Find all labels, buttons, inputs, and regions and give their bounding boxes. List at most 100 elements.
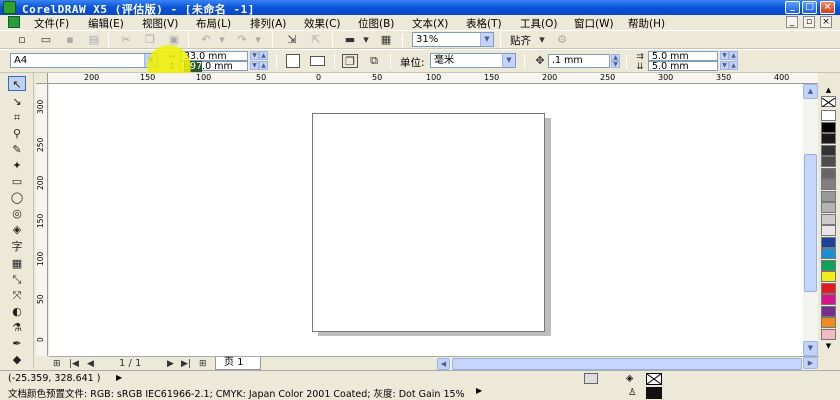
- document-icon[interactable]: [8, 16, 20, 28]
- color-swatch[interactable]: [821, 317, 836, 328]
- application-launcher-icon[interactable]: ▬: [342, 33, 358, 47]
- import-icon[interactable]: ⇲: [284, 33, 300, 47]
- minimize-button[interactable]: _: [785, 1, 800, 14]
- dup-y-down-button[interactable]: ▼: [720, 61, 729, 70]
- close-button[interactable]: ×: [820, 1, 835, 14]
- document-page[interactable]: [312, 113, 545, 332]
- undo-dropdown-icon[interactable]: ▾: [214, 33, 230, 47]
- mdi-close-button[interactable]: ×: [820, 16, 832, 28]
- color-swatch[interactable]: [821, 305, 836, 317]
- page-height-up-button[interactable]: ▲: [259, 61, 268, 70]
- mdi-minimize-button[interactable]: _: [786, 16, 798, 28]
- vertical-scroll-thumb[interactable]: [804, 154, 817, 292]
- color-swatch[interactable]: [821, 110, 836, 121]
- menu-table[interactable]: 表格(T): [466, 16, 502, 31]
- horizontal-scroll-thumb[interactable]: [452, 358, 802, 370]
- color-swatch[interactable]: [821, 236, 836, 248]
- fill-tool-icon[interactable]: ◆: [8, 352, 26, 367]
- scroll-down-button[interactable]: ▼: [803, 341, 818, 356]
- previous-page-icon[interactable]: ◀: [87, 358, 94, 370]
- connector-tool-icon[interactable]: ⤧: [8, 288, 26, 303]
- color-swatch[interactable]: [821, 179, 836, 190]
- coordinates-arrow-icon[interactable]: ▶: [116, 373, 122, 382]
- page-height-down-button[interactable]: ▼: [250, 61, 259, 70]
- color-swatch[interactable]: [821, 202, 836, 213]
- ellipse-tool-icon[interactable]: ◯: [8, 190, 26, 205]
- mdi-restore-button[interactable]: ▫: [803, 16, 815, 28]
- horizontal-scrollbar[interactable]: ◀: [437, 358, 817, 370]
- page-width-field[interactable]: 33.0 mm: [180, 51, 248, 61]
- page-width-up-button[interactable]: ▲: [259, 51, 268, 60]
- last-page-icon[interactable]: ▶|: [181, 358, 191, 370]
- duplicate-distance-y-field[interactable]: 5.0 mm: [648, 61, 718, 71]
- copy-icon[interactable]: ❐: [142, 33, 158, 47]
- menu-help[interactable]: 帮助(H): [628, 16, 665, 31]
- horizontal-ruler[interactable]: 200 150 100 50 0 50 100 150 200 250 300 …: [36, 73, 818, 84]
- color-swatch[interactable]: [821, 225, 836, 236]
- dup-x-up-button[interactable]: ▲: [729, 51, 738, 60]
- add-page-after-icon[interactable]: ⊞: [199, 358, 207, 370]
- polygon-tool-icon[interactable]: ◎: [8, 206, 26, 221]
- snap-to-label[interactable]: 贴齐: [510, 33, 531, 48]
- chevron-down-icon[interactable]: ▼: [502, 54, 515, 67]
- page-width-down-button[interactable]: ▼: [250, 51, 259, 60]
- portrait-orientation-icon[interactable]: [286, 54, 300, 68]
- open-icon[interactable]: ▭: [38, 33, 54, 47]
- color-swatch[interactable]: [821, 190, 836, 202]
- color-swatch[interactable]: [821, 156, 836, 167]
- dimension-tool-icon[interactable]: ⤡: [8, 272, 26, 287]
- menu-layout[interactable]: 布局(L): [196, 16, 231, 31]
- zoom-level-combo[interactable]: 31% ▼: [412, 32, 494, 47]
- fill-indicator[interactable]: [646, 373, 662, 385]
- palette-scroll-down-icon[interactable]: ▼: [821, 342, 836, 350]
- color-swatch[interactable]: [821, 213, 836, 225]
- outline-tool-icon[interactable]: ✒: [8, 336, 26, 351]
- menu-tools[interactable]: 工具(O): [520, 16, 557, 31]
- menu-arrange[interactable]: 排列(A): [250, 16, 286, 31]
- vertical-scrollbar[interactable]: ▲ ▼: [803, 84, 818, 356]
- color-profile-arrow-icon[interactable]: ▶: [476, 386, 482, 395]
- first-page-icon[interactable]: |◀: [69, 358, 79, 370]
- dup-x-down-button[interactable]: ▼: [720, 51, 729, 60]
- menu-effects[interactable]: 效果(C): [304, 16, 341, 31]
- color-swatch[interactable]: [821, 248, 836, 259]
- pick-tool-icon[interactable]: ↖: [8, 76, 26, 91]
- export-icon[interactable]: ⇱: [308, 33, 324, 47]
- nudge-down-button[interactable]: ▼: [611, 61, 620, 68]
- zoom-tool-icon[interactable]: ⚲: [8, 126, 26, 141]
- basic-shapes-tool-icon[interactable]: ◈: [8, 222, 26, 237]
- smart-fill-tool-icon[interactable]: ✦: [8, 158, 26, 173]
- color-swatch[interactable]: [821, 259, 836, 271]
- scroll-up-button[interactable]: ▲: [803, 84, 818, 99]
- color-swatch[interactable]: [821, 144, 836, 156]
- table-tool-icon[interactable]: ▦: [8, 256, 26, 271]
- vertical-ruler[interactable]: 300 250 200 150 100 50 0: [36, 84, 48, 356]
- menu-file[interactable]: 文件(F): [34, 16, 69, 31]
- welcome-screen-icon[interactable]: ▦: [378, 33, 394, 47]
- scroll-right-button[interactable]: ▶: [803, 357, 818, 369]
- save-icon[interactable]: ▪: [62, 33, 78, 47]
- color-swatch[interactable]: [821, 294, 836, 305]
- color-swatch[interactable]: [821, 271, 836, 282]
- menu-edit[interactable]: 编辑(E): [88, 16, 124, 31]
- menu-bitmaps[interactable]: 位图(B): [358, 16, 394, 31]
- color-swatch[interactable]: [821, 167, 836, 179]
- redo-dropdown-icon[interactable]: ▾: [250, 33, 266, 47]
- cut-icon[interactable]: ✂: [118, 33, 134, 47]
- menu-text[interactable]: 文本(X): [412, 16, 448, 31]
- color-swatch[interactable]: [821, 121, 836, 133]
- add-page-before-icon[interactable]: ⊞: [53, 358, 61, 370]
- menu-view[interactable]: 视图(V): [142, 16, 178, 31]
- new-document-icon[interactable]: ▫: [14, 33, 30, 47]
- outline-indicator[interactable]: [646, 387, 662, 399]
- units-combo[interactable]: 毫米 ▼: [430, 53, 516, 68]
- all-pages-icon[interactable]: ❐: [342, 54, 358, 68]
- no-color-swatch[interactable]: [821, 96, 836, 108]
- freehand-tool-icon[interactable]: ✎: [8, 142, 26, 157]
- text-tool-icon[interactable]: 字: [8, 239, 26, 254]
- shape-tool-icon[interactable]: ↘: [8, 94, 26, 109]
- launcher-dropdown-icon[interactable]: ▾: [358, 33, 374, 47]
- next-page-icon[interactable]: ▶: [167, 358, 174, 370]
- rectangle-tool-icon[interactable]: ▭: [8, 174, 26, 189]
- eyedropper-tool-icon[interactable]: ⚗: [8, 320, 26, 335]
